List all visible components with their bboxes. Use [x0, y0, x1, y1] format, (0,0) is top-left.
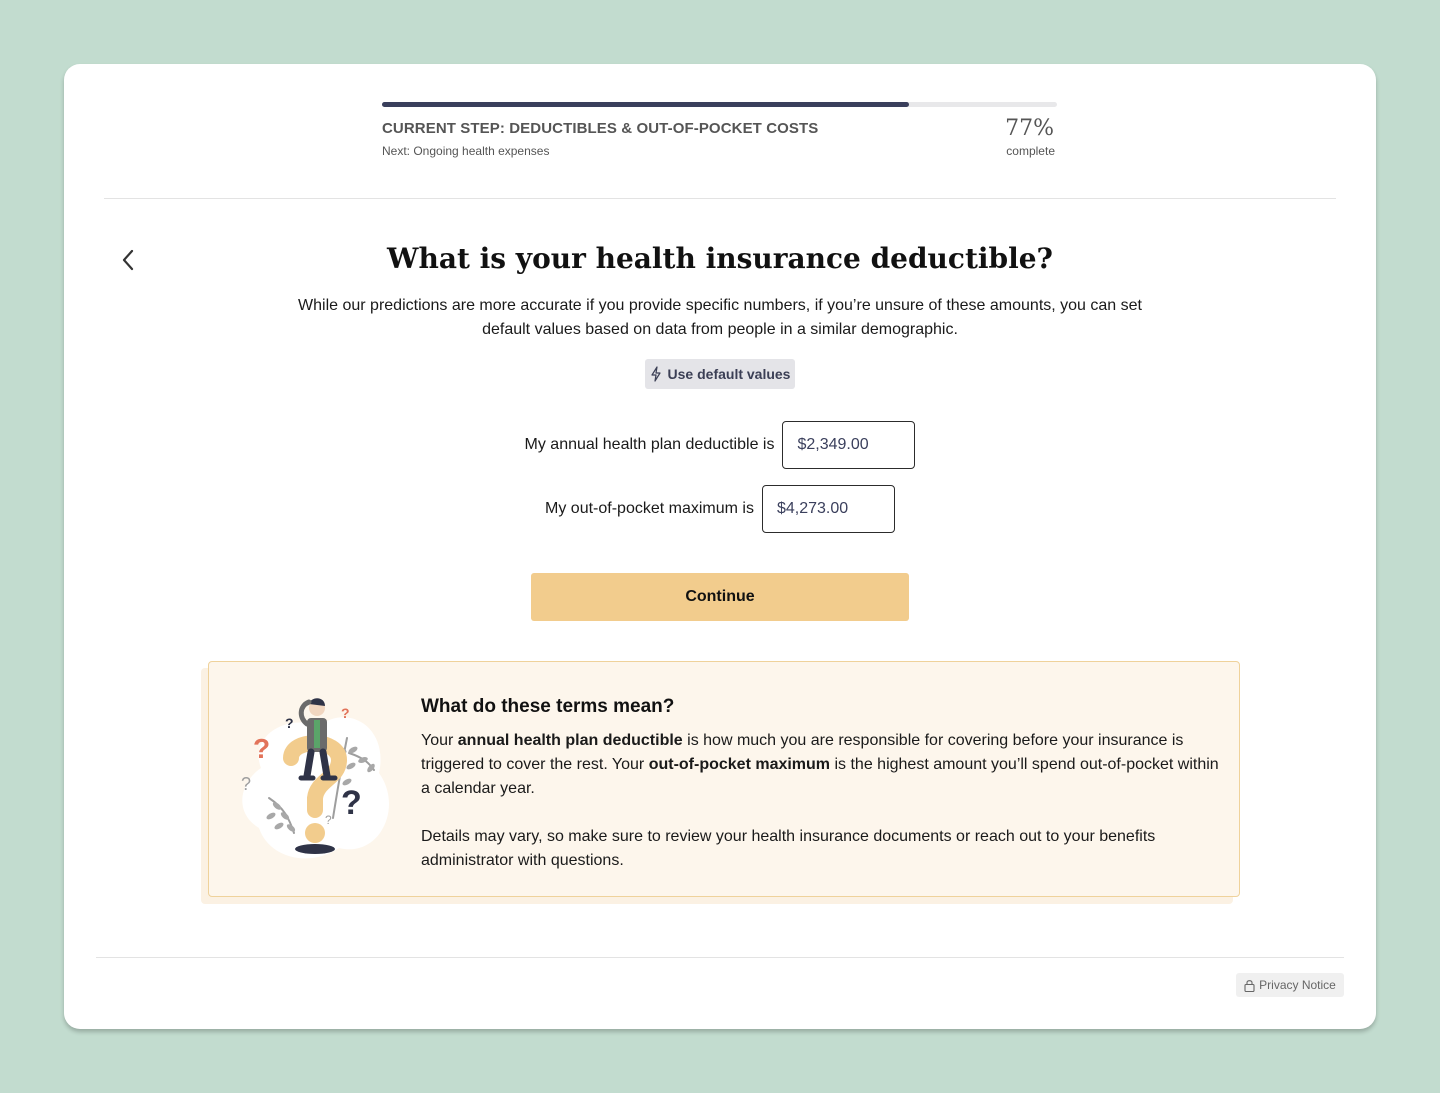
percent-complete-value: 77%: [1005, 116, 1054, 141]
info-paragraph-definitions: Your annual health plan deductible is ho…: [421, 729, 1221, 801]
intro-text: While our predictions are more accurate …: [298, 297, 1142, 338]
info-title: What do these terms mean?: [421, 696, 675, 717]
oop-max-input[interactable]: [761, 485, 895, 533]
percent-complete-label: complete: [1006, 144, 1055, 158]
terms-info-box: ? ? ? ? ? ? What do these terms mean? Yo…: [208, 661, 1240, 897]
deductible-label: My annual health plan deductible is: [524, 436, 775, 453]
privacy-notice-button[interactable]: Privacy Notice: [1236, 973, 1344, 997]
progress-bar: [382, 102, 1057, 107]
oop-max-term: out-of-pocket maximum: [648, 756, 831, 773]
lightning-icon: [650, 366, 661, 382]
confused-person-illustration: ? ? ? ? ? ?: [241, 698, 390, 859]
svg-text:?: ?: [341, 705, 350, 721]
svg-text:?: ?: [241, 774, 251, 794]
progress-bar-fill: [382, 102, 909, 107]
svg-text:?: ?: [341, 784, 362, 822]
svg-text:?: ?: [325, 813, 332, 827]
info-paragraph-details: Details may vary, so make sure to review…: [421, 828, 1156, 869]
main-card: CURRENT STEP: DEDUCTIBLES & OUT-OF-POCKE…: [64, 64, 1376, 1029]
privacy-notice-label: Privacy Notice: [1259, 978, 1336, 992]
current-step-title: CURRENT STEP: DEDUCTIBLES & OUT-OF-POCKE…: [382, 120, 819, 137]
deductible-input[interactable]: [782, 421, 916, 469]
use-default-values-button[interactable]: Use default values: [645, 359, 795, 389]
oop-row: My out-of-pocket maximum is: [64, 485, 1376, 533]
info-text: Your annual health plan deductible is ho…: [421, 729, 1221, 873]
next-step-label: Next: Ongoing health expenses: [382, 144, 550, 158]
deductible-term: annual health plan deductible: [457, 732, 683, 749]
deductible-row: My annual health plan deductible is: [64, 421, 1376, 469]
oop-max-label: My out-of-pocket maximum is: [545, 500, 754, 517]
header-divider: [104, 198, 1336, 199]
use-default-values-label: Use default values: [667, 366, 791, 382]
continue-button[interactable]: Continue: [531, 573, 909, 621]
svg-text:?: ?: [285, 715, 294, 731]
lock-icon: [1244, 979, 1255, 992]
footer-divider: [96, 957, 1344, 958]
page-title: What is your health insurance deductible…: [387, 242, 1053, 275]
svg-text:?: ?: [253, 733, 270, 764]
info-text-segment: Your: [421, 732, 458, 749]
